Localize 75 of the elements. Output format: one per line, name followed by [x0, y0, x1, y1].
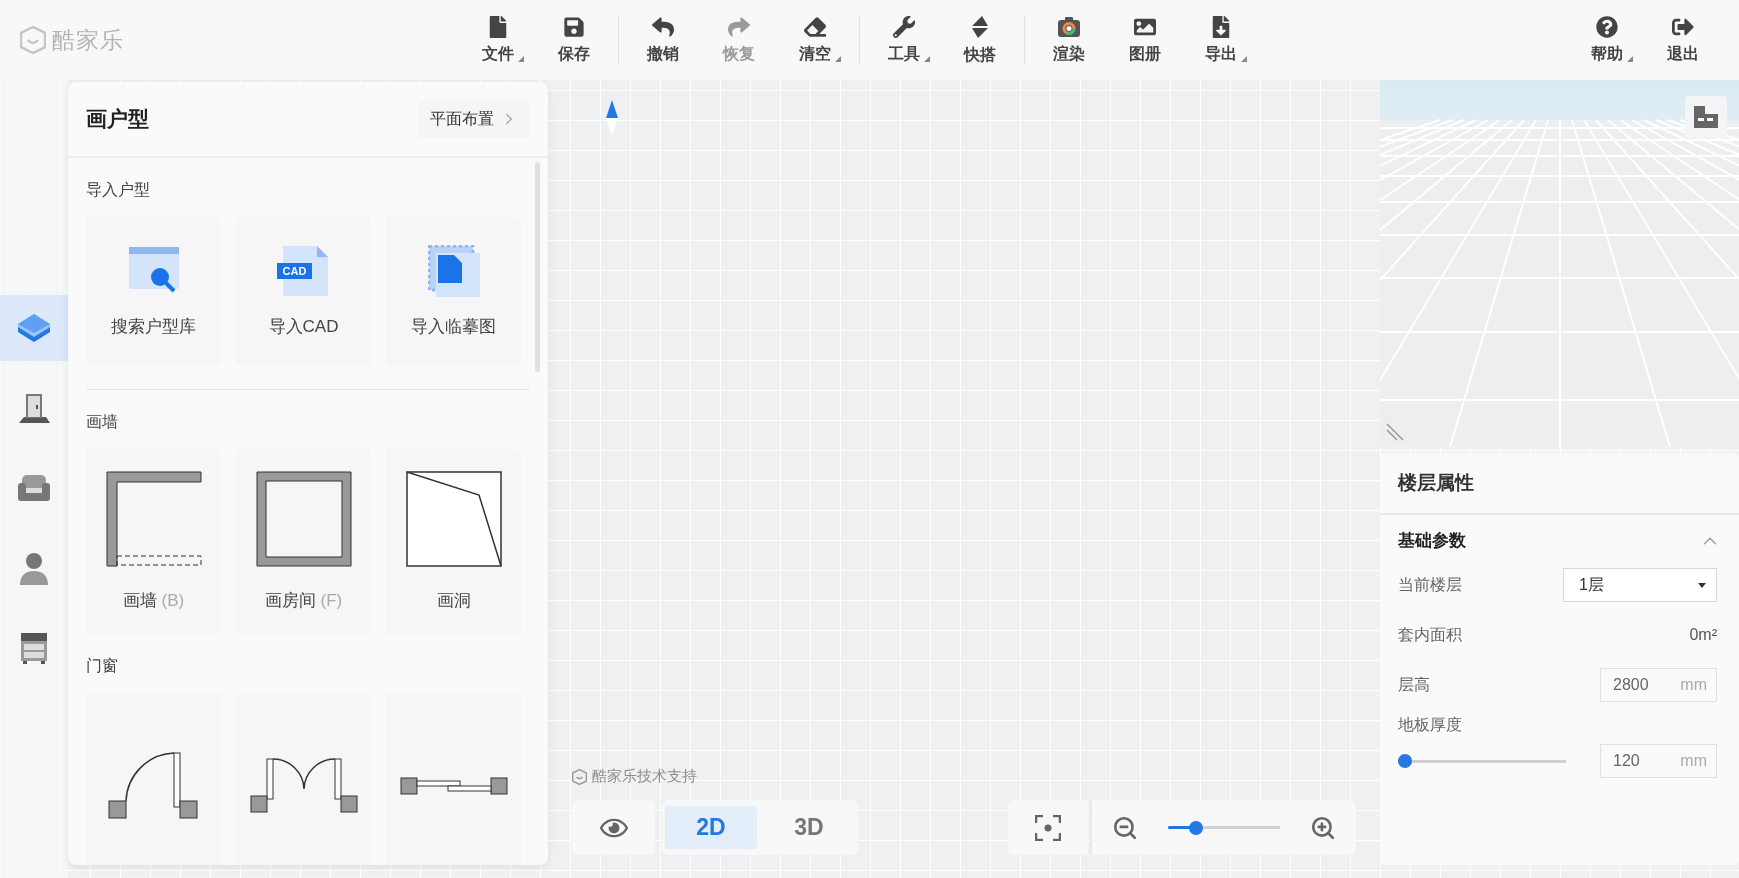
layers-icon — [17, 313, 51, 343]
camera-icon — [1057, 15, 1081, 38]
tool-card[interactable]: 画洞 — [386, 449, 521, 634]
armchair-icon — [17, 473, 51, 503]
save-icon — [563, 15, 585, 38]
sidebar-tab[interactable] — [0, 295, 68, 361]
door-icon — [17, 392, 51, 424]
tool-card[interactable] — [236, 693, 371, 865]
toolbar-button[interactable]: 导出 — [1183, 8, 1259, 72]
image-trace-icon — [427, 244, 480, 297]
panel-title: 画户型 — [86, 106, 149, 132]
file-icon — [487, 15, 509, 38]
support-text: 酷家乐技术支持 — [592, 767, 697, 786]
floorplan-toggle-button[interactable] — [1685, 96, 1727, 138]
download-icon — [1210, 15, 1232, 38]
section-title: 门窗 — [86, 656, 119, 676]
unit-label: mm — [1680, 676, 1707, 694]
cabinet-icon — [19, 631, 49, 665]
menu-corner-icon — [1627, 56, 1633, 62]
zoom-out-icon[interactable] — [1112, 814, 1138, 841]
tool-card[interactable]: CAD 导入CAD — [236, 217, 371, 365]
view-mode-tab[interactable]: 2D — [665, 806, 757, 849]
field-label: 套内面积 — [1398, 624, 1462, 645]
zoom-in-icon[interactable] — [1310, 814, 1336, 841]
tool-card[interactable]: 画房间 (F) — [236, 449, 371, 634]
field-label: 地板厚度 — [1398, 714, 1462, 735]
field-label: 层高 — [1398, 674, 1430, 695]
logo-icon — [20, 26, 46, 54]
menu-corner-icon — [924, 56, 930, 62]
field-value: 0m² — [1689, 626, 1717, 644]
floor-select[interactable]: 1层 — [1563, 568, 1717, 602]
focus-icon — [1035, 814, 1061, 841]
toolbar-button[interactable]: 清空 — [777, 8, 853, 72]
toolbar-button[interactable]: 渲染 — [1031, 8, 1107, 72]
compass-icon — [606, 100, 618, 136]
toolbar-button[interactable]: 退出 — [1645, 8, 1721, 72]
scrollbar-thumb[interactable] — [535, 162, 540, 372]
tool-card[interactable]: 画墙 (B) — [86, 449, 221, 634]
floorplan-icon — [1693, 105, 1719, 129]
person-icon — [19, 551, 49, 585]
menu-corner-icon — [1241, 56, 1247, 62]
section-title: 画墙 — [86, 412, 119, 432]
view-mode-tab[interactable]: 3D — [763, 806, 855, 849]
field-label: 当前楼层 — [1398, 574, 1462, 595]
zoom-thumb[interactable] — [1188, 820, 1203, 835]
unit-label: mm — [1680, 752, 1707, 770]
section-title: 基础参数 — [1398, 530, 1466, 552]
menu-corner-icon — [518, 56, 524, 62]
visibility-button[interactable] — [572, 800, 655, 855]
fit-view-button[interactable] — [1008, 800, 1088, 855]
layout-link[interactable]: 平面布置 — [418, 100, 530, 138]
section-title: 导入户型 — [86, 180, 151, 200]
undo-icon — [652, 15, 674, 38]
toolbar-button[interactable]: 文件 — [460, 8, 536, 72]
toolbar-button[interactable]: 图册 — [1107, 8, 1183, 72]
wrench-icon — [893, 15, 915, 38]
redo-icon — [728, 15, 750, 38]
eraser-icon — [804, 15, 826, 38]
slider-thumb[interactable] — [1398, 754, 1412, 768]
caret-icon — [1698, 582, 1706, 588]
properties-title: 楼层属性 — [1380, 453, 1739, 515]
resize-handle-icon[interactable] — [1386, 423, 1404, 441]
toolbar-button[interactable]: 撤销 — [625, 8, 701, 72]
toolbar-button[interactable]: 工具 — [866, 8, 942, 72]
logo-text: 酷家乐 — [52, 25, 124, 55]
tool-card[interactable]: 导入临摹图 — [386, 217, 521, 365]
toolbar-button[interactable]: 帮助 — [1569, 8, 1645, 72]
menu-corner-icon — [835, 56, 841, 62]
tool-card[interactable]: 搜索户型库 — [86, 217, 221, 365]
help-icon — [1596, 15, 1618, 38]
logo-icon — [572, 768, 587, 785]
toolbar-button[interactable]: 快搭 — [942, 8, 1018, 72]
toolbar-button[interactable]: 保存 — [536, 8, 612, 72]
tool-card[interactable] — [386, 693, 521, 865]
tool-card[interactable] — [86, 693, 221, 865]
